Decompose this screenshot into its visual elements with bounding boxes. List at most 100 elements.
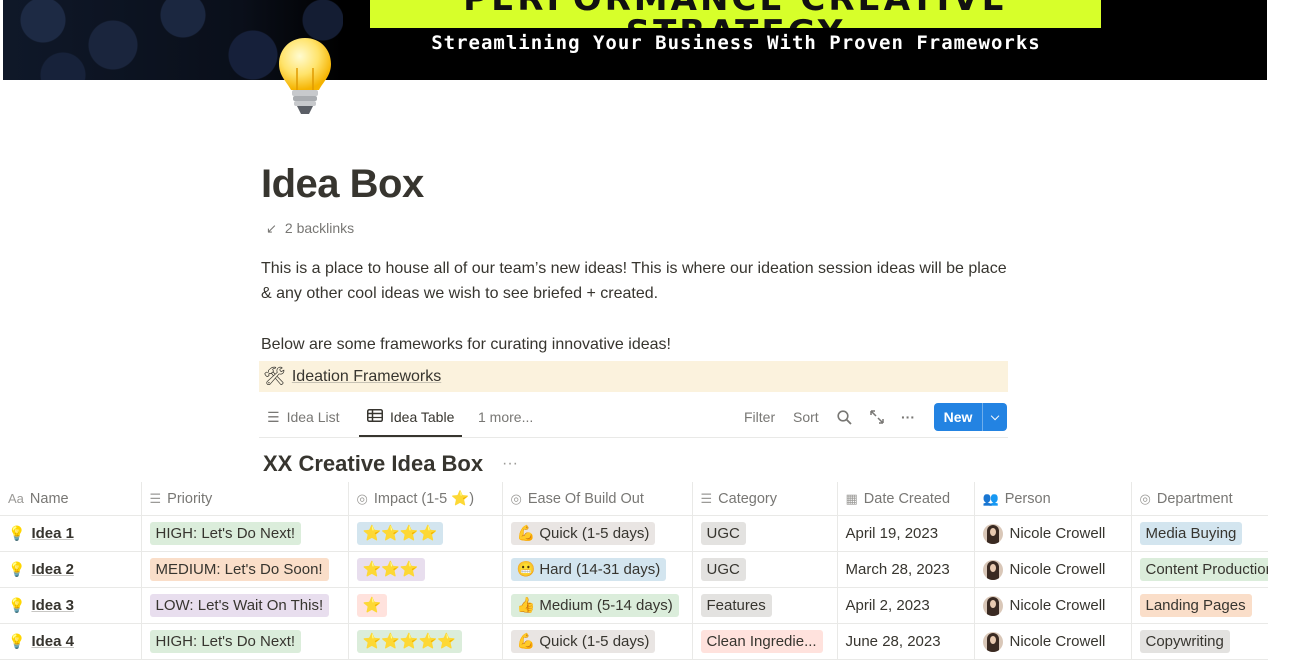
column-label: Person (1004, 490, 1051, 507)
person-name: Nicole Crowell (1009, 525, 1106, 542)
impact-cell[interactable]: ⭐⭐⭐⭐ (348, 515, 503, 552)
ease-cell[interactable]: 👍 Medium (5-14 days) (502, 587, 693, 624)
name-cell[interactable]: 💡 Idea 1 (0, 515, 142, 552)
multi-select-icon: ☰ (700, 490, 713, 506)
column-header-impact[interactable]: ◎ Impact (1-5 ⭐) (348, 482, 503, 516)
column-header-ease[interactable]: ◎ Ease Of Build Out (502, 482, 693, 516)
department-tag: Content Production (1139, 558, 1268, 581)
more-views-button[interactable]: 1 more... (478, 399, 533, 435)
frameworks-intro: Below are some frameworks for curating i… (261, 336, 671, 353)
date-cell[interactable]: April 2, 2023 (837, 587, 975, 624)
priority-tag: MEDIUM: Let's Do Soon! (149, 558, 329, 581)
select-icon: ◎ (1139, 490, 1151, 506)
impact-cell[interactable]: ⭐ (348, 587, 503, 624)
date-cell[interactable]: March 28, 2023 (837, 551, 975, 588)
category-cell[interactable]: Clean Ingredie... (692, 623, 838, 660)
department-cell[interactable]: Content Production (1131, 551, 1268, 588)
lightbulb-icon: 💡 (8, 597, 26, 613)
database-title[interactable]: XX Creative Idea Box (263, 451, 483, 477)
person-name: Nicole Crowell (1009, 597, 1106, 614)
impact-cell[interactable]: ⭐⭐⭐ (348, 551, 503, 588)
avatar (982, 595, 1003, 616)
impact-tag: ⭐⭐⭐ (356, 558, 425, 581)
column-header-name[interactable]: Aa Name (0, 482, 142, 516)
impact-tag: ⭐ (356, 594, 388, 617)
priority-cell[interactable]: HIGH: Let's Do Next! (141, 515, 349, 552)
calendar-icon: ▦ (845, 490, 858, 506)
more-options-icon[interactable]: ··· (901, 399, 915, 435)
ease-cell[interactable]: 😬 Hard (14-31 days) (502, 551, 693, 588)
column-label: Name (29, 490, 69, 507)
person-cell[interactable]: Nicole Crowell (974, 623, 1132, 660)
select-icon: ◎ (510, 490, 522, 506)
column-label: Impact (1-5 ⭐) (373, 491, 475, 507)
view-toolbar: ☰ Idea List Idea Table 1 more... Filter … (259, 399, 1008, 438)
expand-icon[interactable] (870, 399, 884, 435)
new-button[interactable]: New ⌵ (934, 403, 1007, 431)
column-header-date[interactable]: ▦ Date Created (837, 482, 975, 516)
idea-name[interactable]: Idea 3 (31, 597, 74, 614)
priority-cell[interactable]: HIGH: Let's Do Next! (141, 623, 349, 660)
ease-tag: 👍 Medium (5-14 days) (510, 594, 679, 617)
banner-subtitle: Streamlining Your Business With Proven F… (431, 32, 1041, 54)
lightbulb-icon[interactable] (275, 34, 335, 120)
new-button-label: New (943, 409, 973, 425)
ease-cell[interactable]: 💪 Quick (1-5 days) (502, 623, 693, 660)
impact-tag: ⭐⭐⭐⭐ (356, 522, 444, 545)
tab-label: Idea List (286, 409, 340, 425)
banner-title: PERFORMANCE CREATIVE STRATEGY (370, 0, 1101, 28)
category-cell[interactable]: Features (692, 587, 838, 624)
category-cell[interactable]: UGC (692, 551, 838, 588)
department-cell[interactable]: Landing Pages (1131, 587, 1268, 624)
page-description: This is a place to house all of our team… (261, 260, 1007, 302)
date-cell[interactable]: April 19, 2023 (837, 515, 975, 552)
department-cell[interactable]: Copywriting (1131, 623, 1268, 660)
table-row[interactable]: 💡 Idea 4 HIGH: Let's Do Next! ⭐⭐⭐⭐⭐ 💪 Qui… (0, 623, 1268, 660)
impact-cell[interactable]: ⭐⭐⭐⭐⭐ (348, 623, 503, 660)
column-header-department[interactable]: ◎ Department (1131, 482, 1268, 516)
table-row[interactable]: 💡 Idea 3 LOW: Let's Wait On This! ⭐ 👍 Med… (0, 587, 1268, 624)
department-cell[interactable]: Media Buying (1131, 515, 1268, 552)
category-tag: UGC (700, 522, 746, 545)
tab-idea-list[interactable]: ☰ Idea List (267, 399, 340, 435)
person-cell[interactable]: Nicole Crowell (974, 587, 1132, 624)
table-row[interactable]: 💡 Idea 2 MEDIUM: Let's Do Soon! ⭐⭐⭐ 😬 Har… (0, 551, 1268, 588)
tab-idea-table[interactable]: Idea Table (359, 399, 463, 437)
chevron-down-icon[interactable]: ⌵ (983, 411, 1007, 424)
idea-name[interactable]: Idea 2 (31, 561, 74, 578)
column-label: Priority (167, 490, 213, 507)
database-options-icon[interactable]: ··· (502, 455, 518, 473)
name-cell[interactable]: 💡 Idea 3 (0, 587, 142, 624)
person-cell[interactable]: Nicole Crowell (974, 551, 1132, 588)
category-cell[interactable]: UGC (692, 515, 838, 552)
column-header-priority[interactable]: ☰ Priority (141, 482, 349, 516)
idea-name[interactable]: Idea 1 (31, 525, 74, 542)
search-icon[interactable] (837, 399, 852, 435)
priority-cell[interactable]: LOW: Let's Wait On This! (141, 587, 349, 624)
sort-button[interactable]: Sort (793, 399, 819, 435)
column-header-person[interactable]: 👥 Person (974, 482, 1132, 516)
column-header-category[interactable]: ☰ Category (692, 482, 838, 516)
lightbulb-icon: 💡 (8, 525, 26, 541)
column-label: Ease Of Build Out (527, 490, 644, 507)
idea-name[interactable]: Idea 4 (31, 633, 74, 650)
priority-cell[interactable]: MEDIUM: Let's Do Soon! (141, 551, 349, 588)
backlinks-link[interactable]: ↙ 2 backlinks (266, 220, 354, 237)
department-tag: Copywriting (1139, 630, 1230, 653)
name-cell[interactable]: 💡 Idea 2 (0, 551, 142, 588)
name-cell[interactable]: 💡 Idea 4 (0, 623, 142, 660)
person-cell[interactable]: Nicole Crowell (974, 515, 1132, 552)
hammer-wrench-icon: 🛠 (263, 366, 286, 386)
banner-title-box: PERFORMANCE CREATIVE STRATEGY (370, 0, 1101, 28)
lightbulb-icon: 💡 (8, 633, 26, 649)
ease-cell[interactable]: 💪 Quick (1-5 days) (502, 515, 693, 552)
table-row[interactable]: 💡 Idea 1 HIGH: Let's Do Next! ⭐⭐⭐⭐ 💪 Quic… (0, 515, 1268, 552)
page-title: Idea Box (261, 162, 424, 206)
filter-button[interactable]: Filter (744, 399, 775, 435)
date-value: March 28, 2023 (845, 561, 950, 578)
date-cell[interactable]: June 28, 2023 (837, 623, 975, 660)
ideation-frameworks-link[interactable]: 🛠 Ideation Frameworks (259, 361, 1008, 392)
department-tag: Media Buying (1139, 522, 1243, 545)
department-tag: Landing Pages (1139, 594, 1252, 617)
arrow-down-left-icon: ↙ (266, 221, 277, 236)
